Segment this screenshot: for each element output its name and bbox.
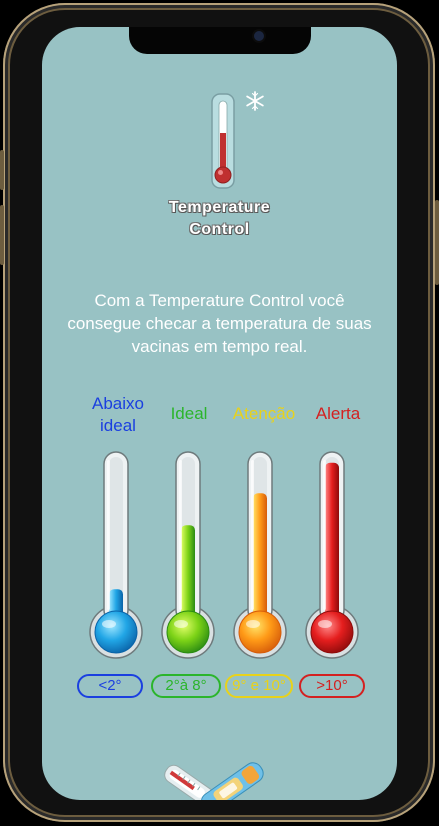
side-button xyxy=(0,150,4,190)
vaccine-illustration xyxy=(164,762,264,800)
range-badge-attention: 9° e 10° xyxy=(225,674,293,698)
level-label-ideal: Ideal xyxy=(149,403,229,425)
thermometer-low xyxy=(89,451,143,659)
app-screen: Temperature Control Com a Temperature Co… xyxy=(42,27,397,800)
level-label-attention: Atenção xyxy=(224,403,304,425)
thermometer-attention xyxy=(233,451,287,659)
logo xyxy=(207,91,267,193)
thermometer-liquid xyxy=(325,462,339,628)
thermometer-bulb xyxy=(310,610,354,654)
logo-text: Temperature Control xyxy=(42,197,397,241)
logo-title-line1: Temperature xyxy=(168,199,271,216)
range-badge-alert: >10° xyxy=(299,674,365,698)
logo-title-line2: Control xyxy=(189,221,250,238)
notch xyxy=(129,27,311,54)
thermometer-ideal xyxy=(161,451,215,659)
level-label-attention-line1: Atenção xyxy=(232,404,296,423)
snowflake-icon xyxy=(246,91,264,111)
side-button xyxy=(0,205,4,265)
thermometer-alert xyxy=(305,451,359,659)
level-label-low-line2: ideal xyxy=(100,416,136,435)
range-badge-low: <2° xyxy=(77,674,143,698)
camera-icon xyxy=(254,31,264,41)
level-label-alert-line1: Alerta xyxy=(315,404,361,423)
level-label-low-line1: Abaixo xyxy=(92,394,144,413)
description-text: Com a Temperature Control você consegue … xyxy=(67,291,372,356)
range-badge-ideal: 2°à 8° xyxy=(151,674,221,698)
level-label-ideal-line1: Ideal xyxy=(170,404,208,423)
level-label-low: Abaixo ideal xyxy=(78,393,158,437)
side-button xyxy=(435,200,439,285)
thermometer-bulb xyxy=(238,610,282,654)
level-label-alert: Alerta xyxy=(298,403,378,425)
thermometer-bulb xyxy=(166,610,210,654)
thermometer-bulb xyxy=(94,610,138,654)
thermometer-liquid xyxy=(253,493,267,628)
